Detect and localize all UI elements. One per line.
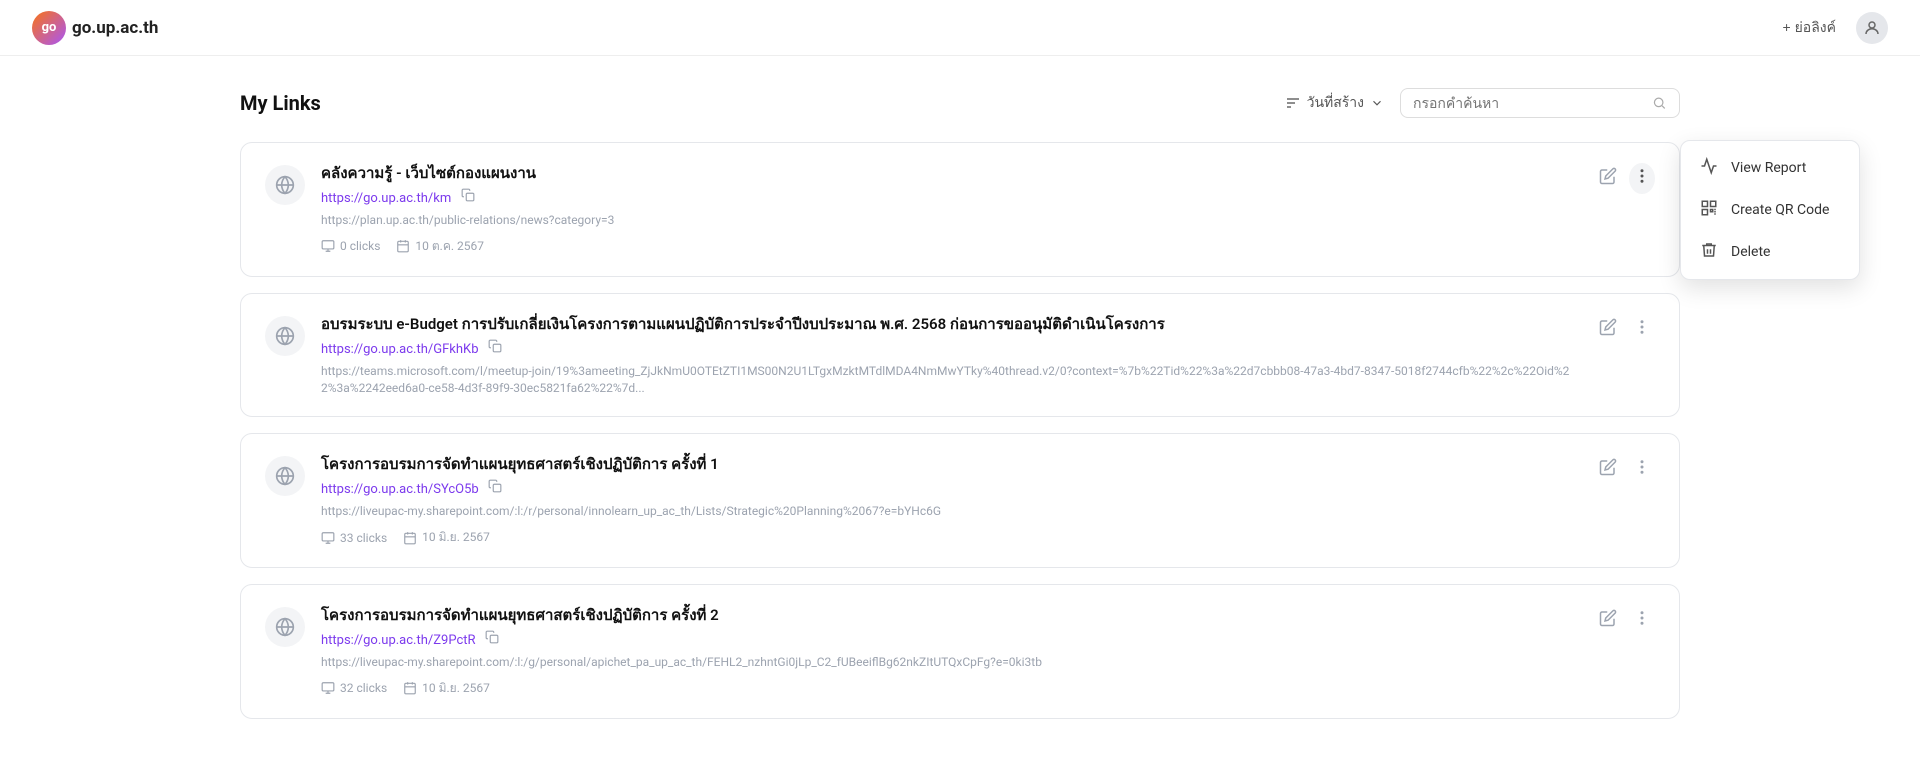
date-meta: 10 มิ.ย. 2567 bbox=[403, 679, 490, 698]
card-link-row: https://go.up.ac.th/Z9PctR bbox=[321, 630, 1579, 648]
clicks-meta: 32 clicks bbox=[321, 681, 387, 695]
card-content: โครงการอบรมการจัดทำแผนยุทธศาสตร์เชิงปฏิบ… bbox=[321, 605, 1579, 698]
qr-icon bbox=[1699, 199, 1719, 221]
copy-button[interactable] bbox=[485, 630, 499, 647]
toolbar: My Links วันที่สร้าง bbox=[240, 88, 1680, 118]
card-actions bbox=[1595, 163, 1655, 194]
card-title: โครงการอบรมการจัดทำแผนยุทธศาสตร์เชิงปฏิบ… bbox=[321, 605, 1579, 626]
clicks-meta: 0 clicks bbox=[321, 239, 380, 253]
card-content: คลังความรู้ - เว็บไซต์กองแผนงาน https://… bbox=[321, 163, 1579, 256]
create-qr-item[interactable]: Create QR Code bbox=[1681, 189, 1859, 231]
edit-button[interactable] bbox=[1595, 314, 1621, 345]
globe-icon bbox=[265, 607, 305, 647]
globe-icon bbox=[265, 165, 305, 205]
card-link-row: https://go.up.ac.th/km bbox=[321, 188, 1579, 206]
toolbar-right: วันที่สร้าง bbox=[1285, 88, 1680, 118]
more-button[interactable] bbox=[1629, 454, 1655, 485]
more-button[interactable] bbox=[1629, 605, 1655, 636]
view-report-item[interactable]: View Report bbox=[1681, 147, 1859, 189]
card-title: โครงการอบรมการจัดทำแผนยุทธศาสตร์เชิงปฏิบ… bbox=[321, 454, 1579, 475]
card-short-link[interactable]: https://go.up.ac.th/km bbox=[321, 191, 451, 206]
link-card: โครงการอบรมการจัดทำแผนยุทธศาสตร์เชิงปฏิบ… bbox=[240, 584, 1680, 719]
card-meta: 33 clicks 10 มิ.ย. 2567 bbox=[321, 528, 1579, 547]
card-meta: 32 clicks 10 มิ.ย. 2567 bbox=[321, 679, 1579, 698]
card-actions bbox=[1595, 314, 1655, 345]
edit-button[interactable] bbox=[1595, 605, 1621, 636]
calendar-icon bbox=[403, 681, 417, 695]
card-actions bbox=[1595, 605, 1655, 636]
calendar-icon bbox=[396, 239, 410, 253]
header: go go.up.ac.th + ย่อลิงค์ bbox=[0, 0, 1920, 56]
more-button[interactable] bbox=[1629, 314, 1655, 345]
search-box bbox=[1400, 88, 1680, 118]
link-card: โครงการอบรมการจัดทำแผนยุทธศาสตร์เชิงปฏิบ… bbox=[240, 433, 1680, 568]
card-link-row: https://go.up.ac.th/SYcO5b bbox=[321, 479, 1579, 497]
card-full-url: https://plan.up.ac.th/public-relations/n… bbox=[321, 212, 1579, 229]
main-content: My Links วันที่สร้าง bbox=[160, 56, 1760, 767]
copy-button[interactable] bbox=[488, 339, 502, 356]
globe-icon bbox=[265, 456, 305, 496]
link-card: คลังความรู้ - เว็บไซต์กองแผนงาน https://… bbox=[240, 142, 1680, 277]
chart-icon bbox=[1699, 157, 1719, 179]
copy-button[interactable] bbox=[488, 479, 502, 496]
calendar-icon bbox=[403, 531, 417, 545]
card-full-url: https://liveupac-my.sharepoint.com/:l:/g… bbox=[321, 654, 1579, 671]
card-short-link[interactable]: https://go.up.ac.th/GFkhKb bbox=[321, 342, 479, 357]
card-content: โครงการอบรมการจัดทำแผนยุทธศาสตร์เชิงปฏิบ… bbox=[321, 454, 1579, 547]
trash-icon bbox=[1699, 241, 1719, 263]
clicks-icon bbox=[321, 239, 335, 253]
clicks-icon bbox=[321, 681, 335, 695]
dropdown-menu: View Report Create QR Code bbox=[1680, 140, 1860, 280]
clicks-icon bbox=[321, 531, 335, 545]
more-button[interactable] bbox=[1629, 163, 1655, 194]
card-short-link[interactable]: https://go.up.ac.th/SYcO5b bbox=[321, 482, 479, 497]
card-full-url: https://liveupac-my.sharepoint.com/:l:/r… bbox=[321, 503, 1579, 520]
card-title: อบรมระบบ e-Budget การปรับเกลี่ยเงินโครงก… bbox=[321, 314, 1579, 335]
sort-icon bbox=[1285, 95, 1301, 111]
delete-item[interactable]: Delete bbox=[1681, 231, 1859, 273]
logo-text: go.up.ac.th bbox=[72, 18, 158, 38]
search-icon bbox=[1652, 95, 1667, 111]
edit-button[interactable] bbox=[1595, 163, 1621, 194]
page-title: My Links bbox=[240, 91, 321, 115]
header-right: + ย่อลิงค์ bbox=[1783, 12, 1888, 44]
search-input[interactable] bbox=[1413, 95, 1644, 111]
card-full-url: https://teams.microsoft.com/l/meetup-joi… bbox=[321, 363, 1579, 397]
card-link-row: https://go.up.ac.th/GFkhKb bbox=[321, 339, 1579, 357]
edit-button[interactable] bbox=[1595, 454, 1621, 485]
chevron-down-icon bbox=[1370, 96, 1384, 110]
card-actions bbox=[1595, 454, 1655, 485]
logo: go go.up.ac.th bbox=[32, 11, 158, 45]
logo-icon: go bbox=[32, 11, 66, 45]
card-title: คลังความรู้ - เว็บไซต์กองแผนงาน bbox=[321, 163, 1579, 184]
globe-icon bbox=[265, 316, 305, 356]
sort-button[interactable]: วันที่สร้าง bbox=[1285, 92, 1384, 114]
links-list: คลังความรู้ - เว็บไซต์กองแผนงาน https://… bbox=[240, 142, 1680, 719]
card-short-link[interactable]: https://go.up.ac.th/Z9PctR bbox=[321, 633, 476, 648]
date-meta: 10 มิ.ย. 2567 bbox=[403, 528, 490, 547]
create-button[interactable]: + ย่อลิงค์ bbox=[1783, 17, 1836, 39]
clicks-meta: 33 clicks bbox=[321, 531, 387, 545]
link-card: อบรมระบบ e-Budget การปรับเกลี่ยเงินโครงก… bbox=[240, 293, 1680, 418]
copy-button[interactable] bbox=[461, 188, 475, 205]
avatar-button[interactable] bbox=[1856, 12, 1888, 44]
card-content: อบรมระบบ e-Budget การปรับเกลี่ยเงินโครงก… bbox=[321, 314, 1579, 397]
date-meta: 10 ต.ค. 2567 bbox=[396, 237, 484, 256]
card-meta: 0 clicks 10 ต.ค. 2567 bbox=[321, 237, 1579, 256]
